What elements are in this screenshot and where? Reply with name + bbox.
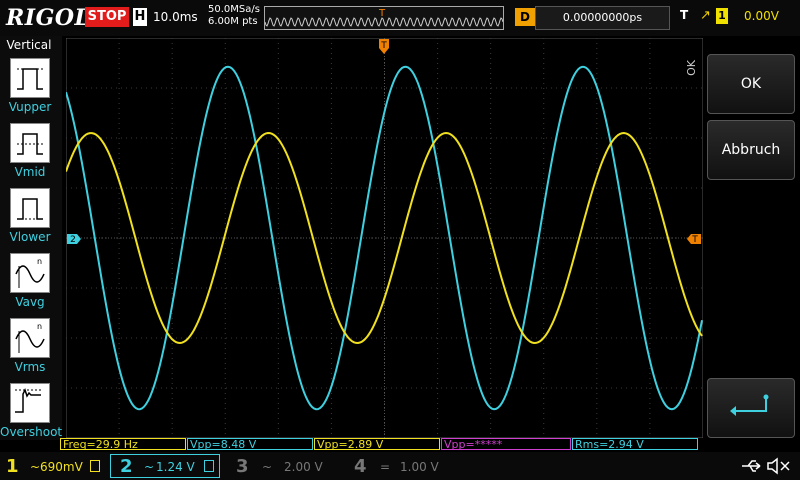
ch1-coupling: ~ xyxy=(30,460,41,474)
ch2-offset-marker[interactable]: 2 xyxy=(66,233,82,245)
menu-item-vmid[interactable]: Vmid xyxy=(0,123,60,179)
menu-item-label: Vmid xyxy=(14,165,46,179)
measurement-bar: Freq=29.9 Hz Vpp=8.48 V Vpp=2.89 V Vpp=*… xyxy=(60,438,700,452)
trigger-level-marker[interactable]: T xyxy=(686,233,702,245)
memory-trigger-marker: T xyxy=(378,8,386,19)
vavg-icon: n xyxy=(10,253,50,293)
trigger-position-label: T xyxy=(380,41,387,51)
measurement-freq[interactable]: Freq=29.9 Hz xyxy=(60,438,186,451)
return-button[interactable] xyxy=(707,378,795,438)
measurement-rms-ch2[interactable]: Rms=2.94 V xyxy=(572,438,698,451)
ch3-number[interactable]: 3 xyxy=(236,456,249,477)
acquisition-info: 50.0MSa/s 6.00M pts xyxy=(208,4,260,28)
ch1-bandwidth-limit-icon xyxy=(90,460,100,472)
measurement-vpp-ch2[interactable]: Vpp=8.48 V xyxy=(187,438,313,451)
timebase-label: H xyxy=(133,8,147,26)
run-stop-indicator[interactable]: STOP xyxy=(85,7,129,27)
ch3-scale[interactable]: 2.00 V xyxy=(284,460,323,474)
vlower-icon xyxy=(10,188,50,228)
ch1-number[interactable]: 1 xyxy=(6,456,19,477)
vmid-icon xyxy=(10,123,50,163)
menu-item-label: Vavg xyxy=(15,295,45,309)
menu-item-vavg[interactable]: n Vavg xyxy=(0,253,60,309)
measurement-vpp-math[interactable]: Vpp=***** xyxy=(441,438,571,451)
speaker-muted-icon[interactable] xyxy=(766,456,792,476)
measurement-vpp-ch1[interactable]: Vpp=2.89 V xyxy=(314,438,440,451)
ch2-number[interactable]: 2 xyxy=(120,456,133,477)
ch4-scale[interactable]: 1.00 V xyxy=(400,460,439,474)
menu-item-label: Vupper xyxy=(8,100,52,114)
memory-depth: 6.00M pts xyxy=(208,16,258,27)
vrms-icon: n xyxy=(10,318,50,358)
ch1-scale[interactable]: 690mV xyxy=(40,460,83,474)
ch3-coupling: ~ xyxy=(262,460,273,474)
timebase-value[interactable]: 10.0ms xyxy=(153,10,198,24)
overshoot-icon xyxy=(10,383,50,423)
svg-text:n: n xyxy=(37,257,42,266)
rising-edge-icon: ↗ xyxy=(700,8,711,23)
waveform-display[interactable] xyxy=(66,38,703,438)
menu-side-label: OK xyxy=(685,60,698,76)
cancel-button[interactable]: Abbruch xyxy=(707,120,795,180)
ch2-bandwidth-limit-icon xyxy=(204,460,214,472)
svg-text:n: n xyxy=(37,322,42,331)
rigol-logo: RIGOL xyxy=(6,5,91,31)
delay-value[interactable]: 0.00000000ps xyxy=(535,6,670,30)
usb-icon xyxy=(742,460,761,472)
menu-item-vrms[interactable]: n Vrms xyxy=(0,318,60,374)
delay-label: D xyxy=(515,8,535,26)
ok-button[interactable]: OK xyxy=(707,54,795,114)
memory-overview-waveform: T xyxy=(265,8,503,27)
menu-item-overshoot[interactable]: Overshoot xyxy=(0,383,63,439)
menu-item-vupper[interactable]: Vupper xyxy=(0,58,60,114)
trigger-level-label: T xyxy=(691,235,698,245)
menu-item-label: Vrms xyxy=(14,360,46,374)
sample-rate: 50.0MSa/s xyxy=(208,4,260,15)
menu-title: Vertical xyxy=(6,38,52,52)
menu-item-label: Overshoot xyxy=(0,425,63,439)
trigger-label: T xyxy=(680,8,689,22)
memory-overview-bar: T xyxy=(264,6,504,30)
return-arrow-icon xyxy=(730,394,769,416)
ch2-offset-label: 2 xyxy=(70,235,76,245)
vupper-icon xyxy=(10,58,50,98)
trigger-source[interactable]: 1 xyxy=(716,8,728,24)
ch2-coupling: ~ xyxy=(144,460,155,474)
trigger-position-marker[interactable]: T xyxy=(378,38,390,56)
menu-item-vlower[interactable]: Vlower xyxy=(0,188,60,244)
menu-item-label: Vlower xyxy=(9,230,51,244)
trigger-level[interactable]: 0.00V xyxy=(744,9,779,23)
ch4-number[interactable]: 4 xyxy=(354,456,367,477)
ch4-coupling: = xyxy=(380,460,391,474)
ch2-scale[interactable]: 1.24 V xyxy=(156,460,195,474)
